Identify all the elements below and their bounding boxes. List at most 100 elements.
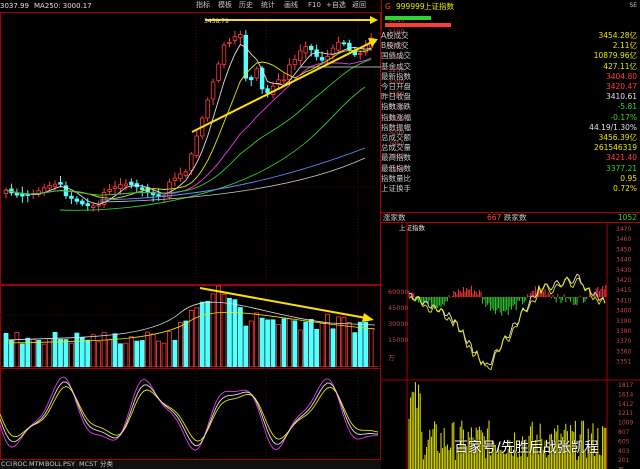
volume-bar [341, 316, 347, 367]
candle-body [52, 183, 58, 187]
toolbar-template[interactable]: 模板 [218, 2, 232, 9]
tab-boll[interactable]: BOLL [45, 461, 62, 468]
moving-average-line [5, 58, 372, 196]
intraday-price-tick: 3440 [616, 257, 631, 264]
intraday-panel[interactable]: 上证指数 3470 3460 3450 3440 3430 3420 3415 3410 340… [381, 222, 640, 469]
volume-bar [216, 285, 221, 367]
quote-row-value: 3454.28亿 [598, 31, 637, 40]
candle-body [292, 58, 298, 65]
candle-body [303, 46, 308, 54]
quote-row-value: -0.17% [610, 112, 637, 122]
quote-row-label: 指数涨幅 [381, 112, 411, 122]
volume-chart [0, 285, 381, 367]
volume-bar [172, 339, 178, 367]
indicator-chart [0, 368, 381, 460]
tab-roc[interactable]: ROC [13, 461, 27, 468]
ma250-line [99, 157, 366, 203]
quote-row: 国债成交 10879.96亿 [381, 52, 640, 62]
volume-bar [199, 301, 205, 367]
quote-row-label: A股成交 [381, 31, 409, 40]
rise-label: 涨家数 [383, 213, 406, 222]
quote-row-value: 3410.61 [605, 92, 637, 102]
quote-row-label: B股成交 [381, 41, 409, 51]
volume-bar [368, 328, 374, 367]
quote-row-label: 指数振幅 [381, 122, 411, 132]
quote-row: 今日开盘 3420.47 [381, 83, 640, 93]
volume-bar [232, 299, 238, 367]
indicator-panel[interactable] [0, 368, 381, 460]
candle-body [341, 42, 347, 45]
intraday-price-tick: 3450 [616, 246, 631, 253]
intraday-price-tick: 3460 [616, 236, 631, 243]
volume-bar [352, 332, 358, 367]
volume-bar [221, 293, 227, 367]
volume-bar [346, 322, 352, 367]
intraday-price-tick: 3351 [616, 359, 631, 366]
quote-row-value: -5.81 [617, 102, 637, 112]
toolbar-f10[interactable]: F10 [308, 2, 321, 9]
index-name: 上证指数 [424, 2, 454, 11]
buy-bar [385, 16, 431, 20]
candle-body [249, 77, 254, 81]
tab-psy[interactable]: PSY [63, 461, 75, 468]
volume-bar [227, 297, 232, 367]
candle-body [58, 182, 63, 185]
quote-row-value: 3404.80 [605, 71, 637, 81]
quote-row-label: 最高指数 [381, 153, 411, 163]
quote-row-label: 总成交额 [381, 133, 411, 142]
intraday-volume-tick: 1009 [618, 420, 633, 427]
volume-bar [41, 343, 47, 367]
intraday-avg-line [408, 276, 606, 371]
intraday-volume-tick: 605 [618, 438, 630, 445]
quote-row-label: 上证换手 [381, 184, 411, 193]
fall-count: 1052 [617, 213, 637, 222]
volume-bar [47, 338, 52, 367]
candle-body [243, 34, 248, 79]
volume-bar [205, 300, 211, 367]
quote-row: 最新指数 3404.80 [381, 73, 640, 83]
toolbar-back[interactable]: 返回 [352, 2, 366, 9]
toolbar-stats[interactable]: 统计 [261, 2, 275, 9]
quote-row: 基金成交 427.11亿 [381, 63, 640, 73]
intraday-price-tick: 3400 [616, 308, 631, 315]
volume-bar [107, 339, 112, 367]
toolbar-add-watch[interactable]: +自选 [326, 2, 346, 9]
volume-bar [183, 320, 189, 367]
quote-row: 指数涨跌 -5.81 [381, 103, 640, 113]
toolbar-indicator[interactable]: 指标 [196, 2, 210, 9]
kline-panel[interactable]: 3458.79 [0, 12, 381, 285]
candle-body [156, 194, 161, 197]
intraday-price-tick: 3370 [616, 338, 631, 345]
candle-body [298, 50, 303, 61]
quote-row: 上证换手 0.72% [381, 185, 640, 195]
candle-body [183, 171, 189, 176]
volume-panel[interactable] [0, 285, 381, 367]
tab-mcst[interactable]: MCST [79, 461, 97, 468]
quote-row-label: 指数涨跌 [381, 102, 411, 112]
volume-bar [319, 323, 325, 367]
intraday-price-tick: 3360 [616, 348, 631, 355]
quote-row-value: 0.72% [613, 184, 637, 193]
volume-bar [58, 338, 63, 367]
volume-bar [276, 324, 281, 367]
indicator-line-k [0, 381, 378, 447]
candle-body [194, 135, 199, 156]
volume-bar [265, 319, 271, 367]
tab-category[interactable]: 分类 [100, 461, 113, 468]
candle-body [91, 205, 96, 208]
tab-cci[interactable]: CCI [1, 461, 12, 468]
tab-mtm[interactable]: MTM [29, 461, 44, 468]
toolbar-draw[interactable]: 画线 [284, 2, 298, 9]
intraday-price-tick: 3420 [616, 277, 631, 284]
volume-bar [90, 334, 96, 367]
toolbar-history[interactable]: 历史 [239, 2, 253, 9]
quote-row: 指数量比 0.95 [381, 175, 640, 185]
quote-row: 总成交量 261546319 [381, 144, 640, 154]
rise-count: 667 [487, 213, 502, 222]
candle-body [308, 45, 314, 51]
volume-bar [96, 341, 102, 367]
intraday-chart: 3470 3460 3450 3440 3430 3420 3415 3410 3400 3390… [381, 223, 640, 469]
candle-body [25, 194, 30, 196]
volume-bar [14, 332, 20, 367]
candle-body [14, 192, 20, 196]
